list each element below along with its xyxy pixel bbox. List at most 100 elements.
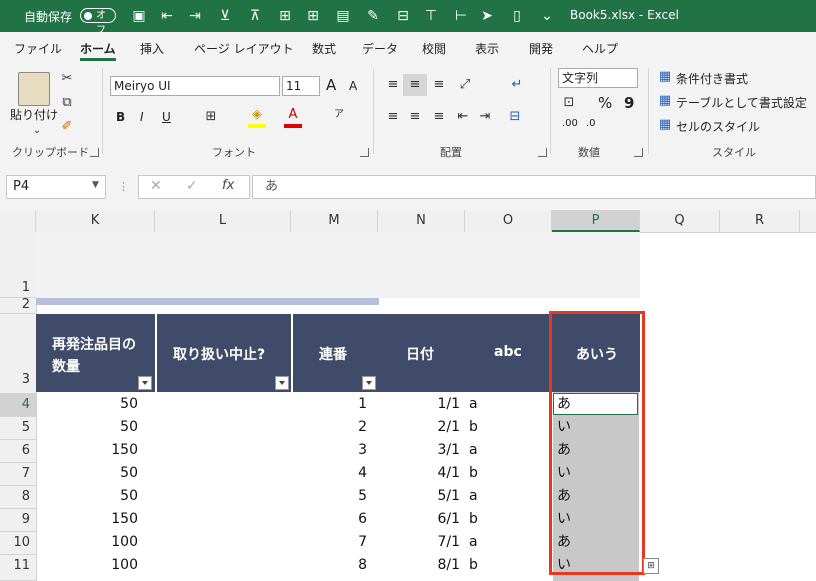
font-color-icon[interactable]: A [284, 106, 302, 124]
copy-icon[interactable]: ⧉ [58, 94, 76, 112]
select-all-corner[interactable] [0, 210, 36, 232]
table-format-button[interactable]: テーブルとして書式設定 [676, 94, 807, 111]
align-bottom-icon[interactable]: ≡ [430, 76, 448, 94]
customize-qat-icon[interactable]: ⌄ [538, 7, 556, 25]
undo-list-icon[interactable]: ⇤ [158, 7, 176, 25]
cell-m[interactable]: 1 [291, 393, 367, 416]
alignment-launcher-icon[interactable] [538, 148, 547, 157]
cell-o[interactable]: a [469, 485, 509, 508]
table-format-icon[interactable]: ▦ [656, 92, 674, 110]
number-format-box[interactable]: 文字列 [558, 68, 638, 88]
cell-k[interactable]: 50 [36, 462, 138, 485]
format-painter-icon[interactable]: ✎ [364, 7, 382, 25]
column-header-k[interactable]: K [36, 210, 155, 232]
comma-button[interactable]: 9 [624, 94, 634, 112]
tab-file[interactable]: ファイル [14, 40, 62, 57]
cell-styles-icon[interactable]: ▦ [656, 116, 674, 134]
tab-insert[interactable]: 挿入 [140, 40, 164, 57]
column-header-n[interactable]: N [378, 210, 465, 232]
name-box-dropdown-icon[interactable]: ▼ [92, 180, 99, 190]
column-header-o[interactable]: O [465, 210, 552, 232]
merge-icon[interactable]: ⊤ [422, 7, 440, 25]
insert-icon[interactable]: ⊟ [394, 7, 412, 25]
paste-icon[interactable] [18, 72, 50, 106]
column-header-r[interactable]: R [720, 210, 800, 232]
paste-dropdown-icon[interactable]: ⌄ [28, 122, 46, 140]
paste-button-label[interactable]: 貼り付け [10, 106, 58, 123]
tab-help[interactable]: ヘルプ [582, 40, 618, 57]
cell-o[interactable]: b [469, 508, 509, 531]
column-header-q[interactable]: Q [640, 210, 720, 232]
align-top-icon[interactable]: ≡ [384, 76, 402, 94]
cell-o[interactable]: b [469, 554, 509, 577]
bold-button[interactable]: B [116, 110, 125, 124]
cell-m[interactable]: 2 [291, 416, 367, 439]
grid-icon[interactable]: ⊞ [304, 7, 322, 25]
cut-icon[interactable]: ✂ [58, 70, 76, 88]
cell-m[interactable]: 7 [291, 531, 367, 554]
cell-m[interactable]: 3 [291, 439, 367, 462]
autosave-toggle[interactable]: オフ [80, 8, 116, 36]
cell-o[interactable]: b [469, 462, 509, 485]
cell-styles-button[interactable]: セルのスタイル [676, 118, 760, 135]
row-header[interactable]: 9 [0, 509, 36, 532]
format-painter-brush-icon[interactable]: ✐ [58, 118, 76, 136]
sort-asc-icon[interactable]: ⊻ [216, 7, 234, 25]
name-box[interactable]: P4 [6, 175, 106, 199]
cell-m[interactable]: 5 [291, 485, 367, 508]
row-header[interactable]: 4 [0, 394, 36, 417]
column-header-m[interactable]: M [291, 210, 378, 232]
percent-button[interactable]: % [598, 94, 612, 112]
quick-analysis-icon[interactable]: ⊞ [643, 558, 659, 574]
cell-k[interactable]: 150 [36, 508, 138, 531]
cell-o[interactable]: a [469, 439, 509, 462]
save-icon[interactable]: ▣ [130, 7, 148, 25]
freeze-icon[interactable]: ▤ [334, 7, 352, 25]
decrease-decimal-button[interactable]: .0 [586, 118, 596, 129]
redo-list-icon[interactable]: ⇥ [186, 7, 204, 25]
filter-dropdown-icon[interactable] [138, 376, 152, 390]
row-header[interactable]: 11 [0, 555, 36, 581]
enter-icon[interactable]: ✓ [186, 178, 198, 194]
phonetic-icon[interactable]: ア [330, 106, 348, 124]
cancel-icon[interactable]: ✕ [150, 178, 162, 194]
insert-function-icon[interactable]: fx [222, 178, 234, 193]
cell-m[interactable]: 8 [291, 554, 367, 577]
tab-review[interactable]: 校閲 [422, 40, 446, 57]
cell-k[interactable]: 100 [36, 531, 138, 554]
cell-k[interactable]: 150 [36, 439, 138, 462]
align-center-icon[interactable]: ≡ [406, 108, 424, 126]
clipboard-launcher-icon[interactable] [90, 148, 99, 157]
filter-dropdown-icon[interactable] [275, 376, 289, 390]
cell-o[interactable]: a [469, 393, 509, 416]
cell-n[interactable]: 6/1 [378, 508, 460, 531]
cell-n[interactable]: 3/1 [378, 439, 460, 462]
font-name-box[interactable]: Meiryo UI [110, 76, 280, 96]
tab-home[interactable]: ホーム [80, 40, 116, 57]
borders-icon[interactable]: ⊞ [202, 108, 220, 126]
cell-k[interactable]: 50 [36, 393, 138, 416]
row-header[interactable]: 7 [0, 463, 36, 486]
table-icon[interactable]: ⊞ [276, 7, 294, 25]
row-header[interactable]: 8 [0, 486, 36, 509]
cell-n[interactable]: 4/1 [378, 462, 460, 485]
filter-dropdown-icon[interactable] [362, 376, 376, 390]
conditional-format-button[interactable]: 条件付き書式 [676, 70, 748, 87]
cell-n[interactable]: 7/1 [378, 531, 460, 554]
shrink-font-button[interactable]: A [349, 79, 357, 93]
grow-font-button[interactable]: A [326, 76, 336, 94]
fill-color-icon[interactable]: ◈ [248, 106, 266, 124]
cell-m[interactable]: 6 [291, 508, 367, 531]
row-header[interactable]: 5 [0, 417, 36, 440]
cell-k[interactable]: 50 [36, 485, 138, 508]
cell-n[interactable]: 5/1 [378, 485, 460, 508]
align-right-icon[interactable]: ≡ [430, 108, 448, 126]
tab-page-layout[interactable]: ページ レイアウト [194, 40, 294, 57]
orientation-icon[interactable]: ⤢ [456, 76, 474, 94]
pointer-icon[interactable]: ➤ [478, 7, 496, 25]
font-launcher-icon[interactable] [360, 148, 369, 157]
cell-o[interactable]: a [469, 531, 509, 554]
merge-center-icon[interactable]: ⊟ [506, 108, 524, 126]
cell-k[interactable]: 100 [36, 554, 138, 577]
underline-button[interactable]: U [162, 110, 171, 124]
